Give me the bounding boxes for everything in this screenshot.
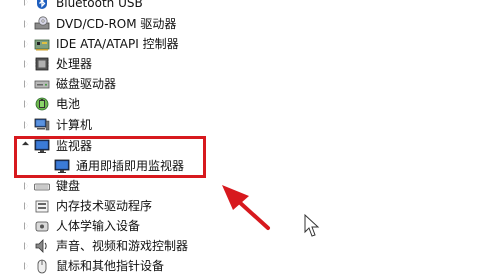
tree-item-keyboard[interactable]: 键盘 xyxy=(0,176,300,196)
tree-item-sound-video[interactable]: 声音、视频和游戏控制器 xyxy=(0,236,300,256)
expand-arrow-icon[interactable] xyxy=(21,115,31,135)
expand-arrow-icon[interactable] xyxy=(21,54,31,74)
ide-controller-icon xyxy=(34,36,50,52)
tree-item-mouse[interactable]: 鼠标和其他指针设备 xyxy=(0,256,300,276)
tree-item-label: 电池 xyxy=(56,97,81,111)
expand-arrow-icon[interactable] xyxy=(21,196,31,216)
keyboard-icon xyxy=(34,178,50,194)
expand-arrow-icon[interactable] xyxy=(21,74,31,94)
mouse-cursor-icon xyxy=(304,213,320,237)
tree-item-label: 内存技术驱动程序 xyxy=(56,199,153,213)
highlight-box xyxy=(14,136,206,178)
hid-icon xyxy=(34,218,50,234)
tree-item-label: IDE ATA/ATAPI 控制器 xyxy=(56,37,179,51)
tree-item-label: 计算机 xyxy=(56,118,93,132)
expand-arrow-icon[interactable] xyxy=(21,256,31,276)
tree-item-hid[interactable]: 人体学输入设备 xyxy=(0,216,300,236)
tree-item-label: 人体学输入设备 xyxy=(56,219,141,233)
expand-arrow-icon[interactable] xyxy=(21,176,31,196)
memory-tech-icon xyxy=(34,198,50,214)
expand-arrow-icon[interactable] xyxy=(21,236,31,256)
expand-arrow-icon[interactable] xyxy=(21,0,31,12)
dvd-drive-icon xyxy=(34,16,50,32)
sound-icon xyxy=(34,238,50,254)
tree-item-computer[interactable]: 计算机 xyxy=(0,115,300,135)
computer-icon xyxy=(34,117,50,133)
tree-item-label: 声音、视频和游戏控制器 xyxy=(56,239,189,253)
device-tree: Bluetooth USB DVD/CD-ROM 驱动器 IDE ATA/ATA… xyxy=(0,0,500,280)
tree-item-label: 键盘 xyxy=(56,179,81,193)
disk-drive-icon xyxy=(34,76,50,92)
tree-item-disk-drive[interactable]: 磁盘驱动器 xyxy=(0,74,300,94)
expand-arrow-icon[interactable] xyxy=(21,34,31,54)
tree-item-ide[interactable]: IDE ATA/ATAPI 控制器 xyxy=(0,34,300,54)
tree-item-label: 磁盘驱动器 xyxy=(56,77,117,91)
tree-item-label: 鼠标和其他指针设备 xyxy=(56,259,165,273)
tree-item-processor[interactable]: 处理器 xyxy=(0,54,300,74)
battery-icon xyxy=(34,96,50,112)
tree-item-battery[interactable]: 电池 xyxy=(0,94,300,114)
expand-arrow-icon[interactable] xyxy=(21,94,31,114)
expand-arrow-icon[interactable] xyxy=(21,216,31,236)
tree-item-dvd[interactable]: DVD/CD-ROM 驱动器 xyxy=(0,14,300,34)
tree-item-label: 处理器 xyxy=(56,57,93,71)
bluetooth-icon xyxy=(34,0,50,10)
tree-item-memory-tech[interactable]: 内存技术驱动程序 xyxy=(0,196,300,216)
mouse-icon xyxy=(34,258,50,274)
expand-arrow-icon[interactable] xyxy=(21,14,31,34)
tree-item-label: DVD/CD-ROM 驱动器 xyxy=(56,17,177,31)
tree-item-label: Bluetooth USB xyxy=(56,0,143,10)
processor-icon xyxy=(34,56,50,72)
